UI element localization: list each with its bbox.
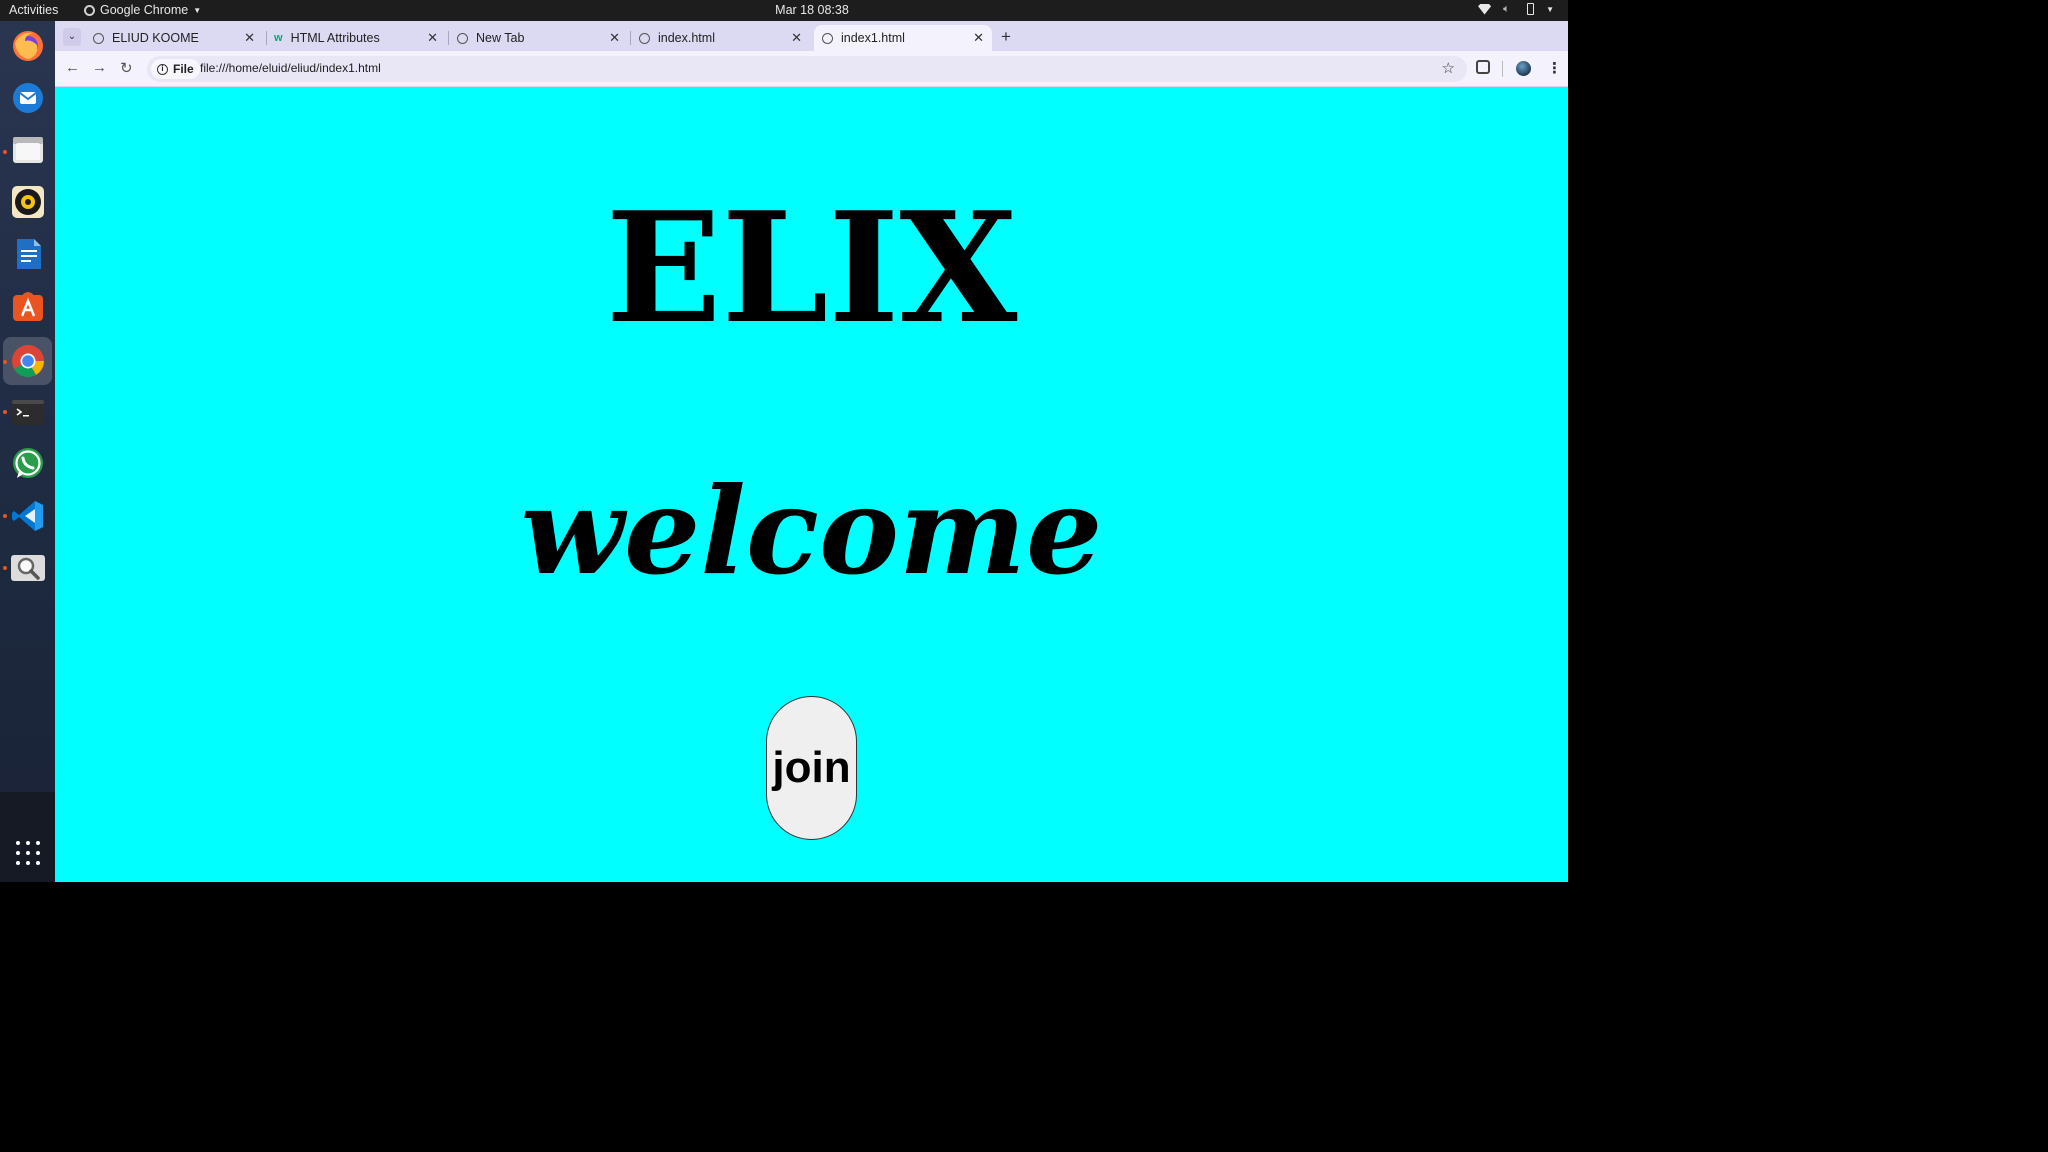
close-icon[interactable]: ✕ bbox=[973, 30, 984, 46]
w3schools-icon: w bbox=[274, 32, 283, 44]
url-text[interactable]: file:///home/eluid/eliud/index1.html bbox=[200, 61, 381, 75]
more-menu-icon[interactable]: ⋮ bbox=[1547, 59, 1562, 77]
forward-icon[interactable]: → bbox=[92, 59, 107, 76]
tab-label: New Tab bbox=[476, 31, 525, 45]
image-viewer-icon[interactable] bbox=[9, 549, 46, 586]
close-icon[interactable]: ✕ bbox=[244, 30, 255, 46]
globe-icon bbox=[93, 32, 104, 44]
tab-index[interactable]: index.html ✕ bbox=[630, 25, 810, 51]
address-bar[interactable]: i File file:///home/eluid/eliud/index1.h… bbox=[147, 56, 1467, 82]
tab-label: HTML Attributes bbox=[290, 31, 380, 45]
clock[interactable]: Mar 18 08:38 bbox=[0, 3, 1624, 17]
chevron-down-icon: ▼ bbox=[1546, 4, 1554, 14]
tab-new-tab[interactable]: New Tab ✕ bbox=[448, 25, 628, 51]
wifi-icon bbox=[1478, 3, 1492, 15]
info-icon: i bbox=[157, 63, 168, 75]
profile-avatar[interactable] bbox=[1516, 61, 1531, 76]
tab-strip: ⌄ ELIUD KOOME ✕ w HTML Attributes ✕ New … bbox=[55, 21, 1568, 51]
close-icon[interactable]: ✕ bbox=[791, 30, 802, 46]
rhythmbox-icon[interactable] bbox=[9, 183, 46, 220]
show-applications-icon[interactable] bbox=[16, 841, 40, 865]
tab-label: index1.html bbox=[841, 31, 905, 45]
site-chip-label: File bbox=[173, 62, 194, 76]
reload-icon[interactable]: ↻ bbox=[120, 59, 133, 77]
thunderbird-icon[interactable] bbox=[9, 79, 46, 116]
tab-search-button[interactable]: ⌄ bbox=[63, 28, 81, 46]
vscode-icon[interactable] bbox=[9, 497, 46, 534]
page-heading: ELIX bbox=[605, 178, 1018, 357]
terminal-icon[interactable] bbox=[9, 393, 46, 430]
battery-icon bbox=[1527, 3, 1535, 15]
app-center-icon[interactable] bbox=[9, 287, 46, 324]
welcome-text: welcome bbox=[520, 461, 1103, 602]
close-icon[interactable]: ✕ bbox=[427, 30, 438, 46]
tab-eliud-koome[interactable]: ELIUD KOOME ✕ bbox=[83, 25, 263, 51]
running-indicator bbox=[3, 566, 7, 570]
browser-toolbar: ← → ↻ i File file:///home/eluid/eliud/in… bbox=[55, 51, 1568, 87]
running-indicator bbox=[3, 410, 7, 414]
running-indicator bbox=[3, 514, 7, 518]
volume-icon: 🔈︎ bbox=[1503, 2, 1510, 15]
tab-html-attributes[interactable]: w HTML Attributes ✕ bbox=[266, 25, 446, 51]
close-icon[interactable]: ✕ bbox=[609, 30, 620, 46]
firefox-icon[interactable] bbox=[9, 27, 46, 64]
toolbar-separator bbox=[1502, 61, 1503, 77]
join-button[interactable]: join bbox=[766, 696, 857, 840]
globe-icon bbox=[639, 32, 650, 44]
dock bbox=[0, 21, 55, 882]
files-icon[interactable] bbox=[9, 131, 46, 168]
tab-label: index.html bbox=[658, 31, 715, 45]
page-content: ELIX welcome join bbox=[55, 87, 1568, 882]
system-tray[interactable]: 🔈︎ ▼ bbox=[1478, 3, 1554, 15]
back-icon[interactable]: ← bbox=[65, 59, 80, 76]
running-indicator bbox=[3, 360, 7, 364]
writer-icon[interactable] bbox=[9, 235, 46, 272]
system-top-bar: Activities Google Chrome ▼ Mar 18 08:38 … bbox=[0, 0, 1568, 21]
bookmark-star-icon[interactable]: ☆ bbox=[1442, 59, 1455, 77]
whatsapp-icon[interactable] bbox=[9, 445, 46, 482]
dock-bottom-area bbox=[0, 792, 55, 882]
tab-index1[interactable]: index1.html ✕ bbox=[814, 25, 992, 51]
extensions-icon[interactable] bbox=[1476, 60, 1490, 74]
tab-label: ELIUD KOOME bbox=[112, 31, 199, 45]
chrome-small-icon bbox=[457, 32, 468, 44]
site-info-chip[interactable]: i File bbox=[151, 59, 200, 79]
new-tab-button[interactable]: + bbox=[1001, 27, 1011, 47]
chrome-icon[interactable] bbox=[9, 342, 46, 379]
globe-icon bbox=[822, 32, 833, 44]
running-indicator bbox=[3, 150, 7, 154]
